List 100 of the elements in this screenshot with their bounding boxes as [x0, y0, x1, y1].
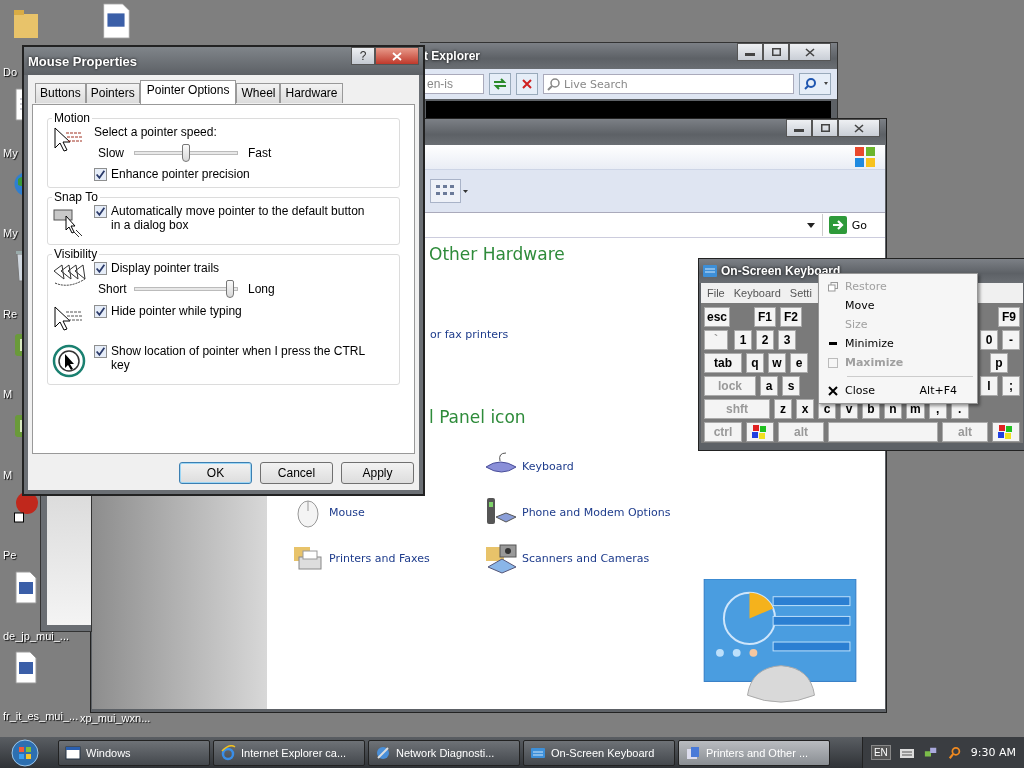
key[interactable]: l — [980, 376, 998, 396]
setting-label: Select a pointer speed: — [94, 125, 218, 139]
key[interactable]: - — [1002, 330, 1020, 350]
close-button[interactable] — [838, 119, 880, 137]
dialog-button[interactable]: OK — [179, 462, 252, 484]
control-panel-link[interactable]: Printers and Faxes — [329, 551, 430, 565]
key[interactable]: e — [790, 353, 808, 373]
taskbar-button[interactable]: Internet Explorer ca... — [213, 739, 365, 766]
minimize-button[interactable] — [737, 43, 763, 61]
stop-button[interactable] — [516, 73, 538, 95]
tab[interactable]: Hardware — [280, 83, 343, 103]
slider-thumb[interactable] — [226, 280, 235, 298]
tab[interactable]: Buttons — [35, 83, 86, 103]
checkbox[interactable] — [94, 345, 107, 358]
tab[interactable]: Wheel — [236, 83, 281, 103]
taskbar-button[interactable]: Network Diagnosti... — [368, 739, 520, 766]
slider-track[interactable] — [134, 144, 238, 162]
search-field[interactable]: Live Search — [543, 74, 794, 94]
key[interactable]: tab — [704, 353, 742, 373]
menu-item[interactable]: Minimize — [821, 334, 975, 353]
tab[interactable]: Pointers — [85, 83, 140, 103]
maximize-button[interactable] — [763, 43, 789, 61]
help-button[interactable]: ? — [351, 47, 375, 65]
language-indicator[interactable]: EN — [870, 745, 891, 760]
key[interactable]: a — [760, 376, 778, 396]
dialog-button[interactable]: Cancel — [260, 462, 333, 484]
maximize-button[interactable] — [812, 119, 838, 137]
refresh-button[interactable] — [489, 73, 511, 95]
dropdown-arrow-icon[interactable] — [806, 222, 815, 228]
go-button[interactable]: Go — [822, 214, 885, 236]
desktop-icon-label[interactable]: xp_mui_wxn... — [80, 712, 151, 724]
checkbox[interactable] — [94, 205, 107, 218]
close-icon — [392, 51, 402, 61]
desktop-icon-label[interactable]: Do — [0, 66, 18, 78]
key[interactable]: z — [774, 399, 792, 419]
key[interactable]: ; — [1002, 376, 1020, 396]
close-button[interactable] — [789, 43, 831, 61]
file-icon[interactable] — [14, 650, 38, 684]
key[interactable]: 0 — [980, 330, 998, 350]
views-button[interactable] — [430, 179, 470, 203]
maximize-icon — [771, 48, 781, 56]
slider-track[interactable] — [134, 280, 238, 298]
checkbox[interactable] — [94, 305, 107, 318]
checkbox[interactable] — [94, 168, 107, 181]
key[interactable]: esc — [704, 307, 730, 327]
slider-min-label: Slow — [98, 146, 124, 160]
desktop-icon-label[interactable]: M — [0, 468, 13, 481]
checkbox-label: Display pointer trails — [111, 261, 220, 275]
menu-item[interactable]: Move — [821, 296, 975, 315]
checkbox[interactable] — [94, 262, 107, 275]
task-link[interactable]: or fax printers — [430, 327, 509, 346]
maximize-icon — [820, 124, 830, 132]
key[interactable]: F9 — [998, 307, 1020, 327]
minimize-icon — [794, 129, 804, 132]
network-icon — [375, 744, 391, 761]
key[interactable]: q — [746, 353, 764, 373]
network-icon[interactable] — [922, 745, 939, 760]
windows-key[interactable] — [746, 422, 774, 442]
scanner-icon[interactable] — [484, 541, 518, 575]
desktop-icon-label[interactable]: M — [0, 388, 13, 400]
key[interactable]: 3 — [778, 330, 796, 350]
key[interactable]: F1 — [754, 307, 776, 327]
key[interactable]: 2 — [756, 330, 774, 350]
desktop-icon-label[interactable]: de_jp_mui_... — [0, 629, 70, 642]
minimize-button[interactable] — [786, 119, 812, 137]
windows-flag-icon — [853, 145, 877, 169]
search-button[interactable] — [799, 73, 831, 95]
menu-item[interactable]: Keyboard — [733, 287, 781, 299]
start-button[interactable] — [10, 737, 40, 768]
desktop-icon-label[interactable]: My — [0, 227, 18, 239]
file-icon[interactable] — [14, 569, 38, 604]
checkbox-label: Show location of pointer when I press the CTRL key — [111, 344, 366, 372]
menu-item[interactable]: Setti — [789, 287, 812, 299]
address-field[interactable]: en-is — [424, 74, 484, 94]
desktop-icon-label[interactable]: fr_it_es_mui_... — [0, 710, 79, 722]
control-panel-link[interactable]: Keyboard — [522, 459, 574, 473]
menu-item[interactable]: Close Alt+F4 — [821, 381, 975, 400]
windows-key[interactable] — [992, 422, 1020, 442]
desktop-icon-label[interactable]: My — [0, 146, 18, 159]
dialog-button[interactable]: Apply — [341, 462, 414, 484]
control-panel-link[interactable]: Scanners and Cameras — [522, 551, 650, 565]
close-button[interactable] — [375, 47, 419, 65]
taskbar-button[interactable]: On-Screen Keyboard — [523, 739, 675, 766]
search-icon[interactable] — [946, 745, 963, 760]
key[interactable]: p — [990, 353, 1008, 373]
key[interactable]: s — [782, 376, 800, 396]
desktop-icon-label[interactable]: Pe — [0, 549, 17, 561]
menu-item[interactable]: File — [707, 287, 725, 299]
minimize-icon — [829, 342, 837, 345]
slider-thumb[interactable] — [182, 144, 190, 162]
key[interactable]: w — [768, 353, 786, 373]
key[interactable]: 1 — [734, 330, 752, 350]
tab[interactable]: Pointer Options — [139, 80, 237, 104]
key[interactable]: x — [796, 399, 814, 419]
control-panel-link[interactable]: Phone and Modem Options — [522, 505, 671, 519]
desktop-icon-label[interactable]: Re — [0, 307, 18, 320]
taskbar-button[interactable]: Windows — [58, 739, 210, 766]
close-icon — [805, 47, 815, 57]
key[interactable]: F2 — [780, 307, 803, 327]
control-panel-link[interactable]: Mouse — [329, 505, 365, 519]
